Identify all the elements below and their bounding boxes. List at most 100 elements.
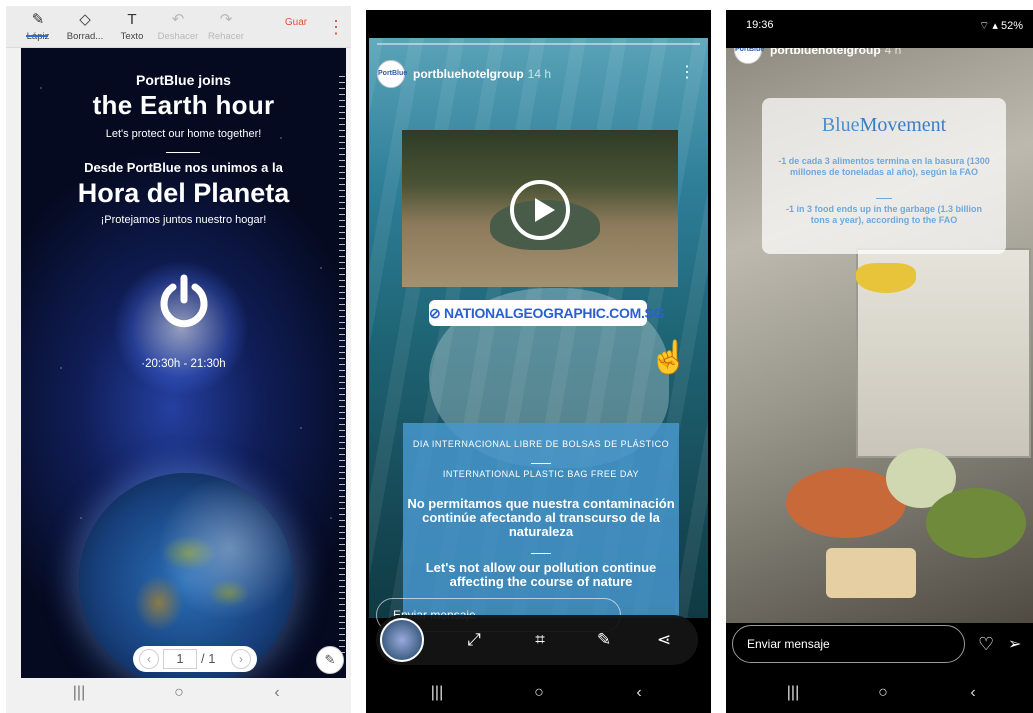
redo-button[interactable]: ↷ Rehacer [202, 9, 250, 47]
android-nav-bar: ||| ○ ‹ [366, 673, 711, 713]
notes-editor-panel: ✎ Lápiz ◇ Borrad... T Texto ↶ Deshacer ↷… [6, 6, 351, 713]
status-icons: ⌔ ▴ 52% [979, 19, 1023, 33]
bread-image [826, 548, 916, 598]
android-nav-bar: ||| ○ ‹ [6, 673, 351, 713]
home-icon[interactable]: ○ [524, 681, 554, 705]
android-nav-bar: ||| ○ ‹ [726, 673, 1033, 713]
expand-icon[interactable]: ⤢ [460, 627, 488, 653]
recent-apps-icon[interactable]: ||| [422, 681, 452, 705]
share-icon[interactable]: ⋖ [650, 627, 678, 653]
status-time: 19:36 [746, 19, 774, 31]
status-bar: 19:36 ⌔ ▴ 52% [726, 10, 1033, 38]
undo-label: Deshacer [157, 31, 199, 42]
undo-button[interactable]: ↶ Deshacer [154, 9, 202, 47]
info-spanish-body: No permitamos que nuestra contaminación … [407, 496, 675, 539]
edit-icon[interactable]: ✎ [316, 646, 344, 674]
story-progress-bar [377, 43, 700, 45]
story-time-ago: 4 h [884, 48, 902, 57]
story-header: PortBlue portbluehotelgroup 14 h ⋮ [377, 60, 707, 88]
home-icon[interactable]: ○ [868, 681, 898, 705]
poster-line-2: the Earth hour [92, 90, 275, 120]
draw-icon[interactable]: ✎ [590, 627, 618, 653]
back-icon[interactable]: ‹ [958, 681, 988, 705]
undo-icon: ↶ [171, 11, 185, 28]
eraser-icon: ◇ [79, 11, 91, 28]
heart-icon[interactable]: ♡ [978, 634, 994, 655]
save-button[interactable]: Guar [272, 9, 320, 47]
story-username[interactable]: portbluehotelgroup 4 h [770, 48, 901, 57]
info-spanish-title: DIA INTERNACIONAL LIBRE DE BOLSAS DE PLÁ… [412, 439, 670, 449]
poster-line-1: PortBlue joins [136, 72, 231, 88]
crop-icon[interactable]: ⌗ [526, 627, 554, 653]
editor-toolbar: ✎ Lápiz ◇ Borrad... T Texto ↶ Deshacer ↷… [6, 6, 351, 48]
scroll-ruler[interactable] [339, 76, 345, 656]
eraser-tool-label: Borrad... [66, 31, 104, 42]
greens-image [926, 488, 1026, 558]
back-icon[interactable]: ‹ [624, 681, 654, 705]
info-divider [531, 553, 551, 554]
info-english-title: INTERNATIONAL PLASTIC BAG FREE DAY [442, 469, 640, 479]
tap-hand-icon: ☝ [649, 339, 689, 375]
title-blue: Blue [821, 114, 860, 136]
earth-hour-poster: PortBlue joins the Earth hour Let's prot… [21, 48, 346, 678]
text-tool-label: Texto [120, 31, 144, 42]
blue-movement-title: BlueMovement [762, 114, 1006, 137]
info-divider [876, 198, 892, 199]
poster-line-3: Let's protect our home together! [105, 128, 262, 140]
send-icon[interactable]: ➢ [1008, 634, 1021, 654]
link-icon: ⊘ [429, 305, 445, 321]
redo-icon: ↷ [219, 11, 233, 28]
story-header: PortBlue portbluehotelgroup 4 h [734, 48, 1033, 64]
avatar[interactable]: PortBlue [734, 48, 764, 64]
next-page-icon[interactable]: › [231, 649, 251, 669]
food-waste-english: -1 in 3 food ends up in the garbage (1.3… [785, 204, 982, 225]
blue-movement-info: BlueMovement -1 de cada 3 alimentos term… [762, 98, 1006, 254]
more-options-icon[interactable]: ⋮ [327, 16, 345, 38]
info-english-body: Let's not allow our pollution continue a… [425, 560, 657, 589]
page-navigator: ‹ 1 / 1 › [133, 646, 257, 672]
current-page-input[interactable]: 1 [163, 649, 197, 669]
poster-line-4: Desde PortBlue nos unimos a la [84, 160, 283, 175]
text-tool-button[interactable]: T Texto [108, 9, 156, 47]
link-sticker[interactable]: ⊘ NATIONALGEOGRAPHIC.COM.SG [429, 300, 664, 326]
poster-line-5: Hora del Planeta [77, 178, 290, 208]
info-divider [531, 463, 551, 464]
story-content[interactable]: PortBlue portbluehotelgroup 14 h ⋮ ⊘ NATI… [369, 38, 708, 618]
video-sticker[interactable] [402, 130, 678, 287]
total-pages: / 1 [201, 651, 216, 666]
avatar[interactable]: PortBlue [377, 60, 407, 88]
title-movement: Movement [859, 114, 947, 136]
food-waste-spanish: -1 de cada 3 alimentos termina en la bas… [778, 156, 990, 177]
screenshot-collage: ✎ Lápiz ◇ Borrad... T Texto ↶ Deshacer ↷… [0, 0, 1033, 713]
text-icon: T [127, 11, 137, 28]
save-label: Guar [284, 17, 308, 28]
banana-image [856, 263, 916, 293]
instagram-story-ocean-panel: PortBlue portbluehotelgroup 14 h ⋮ ⊘ NATI… [366, 10, 711, 713]
share-edit-toolbar: ⤢ ⌗ ✎ ⋖ [376, 615, 698, 665]
power-icon [160, 274, 208, 328]
event-time: ·20:30h - 21:30h [141, 358, 226, 370]
username-text: portbluehotelgroup [413, 67, 524, 81]
link-text: NATIONALGEOGRAPHIC.COM.SG [444, 305, 665, 321]
story-username[interactable]: portbluehotelgroup 14 h [413, 67, 551, 81]
battery-level: 52% [1000, 20, 1023, 32]
message-input[interactable]: Enviar mensaje [732, 625, 965, 663]
username-text: portbluehotelgroup [770, 48, 881, 57]
plastic-bag-day-info: DIA INTERNACIONAL LIBRE DE BOLSAS DE PLÁ… [403, 423, 679, 618]
story-content[interactable]: PortBlue portbluehotelgroup 4 h BlueMovem… [726, 48, 1033, 623]
redo-label: Rehacer [208, 31, 244, 42]
story-time-ago: 14 h [527, 67, 552, 81]
wifi-icon: ⌔ ▴ [978, 20, 1001, 32]
eraser-tool-button[interactable]: ◇ Borrad... [61, 9, 109, 47]
prev-page-icon[interactable]: ‹ [139, 649, 159, 669]
home-icon[interactable]: ○ [164, 681, 194, 705]
more-options-icon[interactable]: ⋮ [679, 62, 695, 82]
recent-apps-icon[interactable]: ||| [778, 681, 808, 705]
back-icon[interactable]: ‹ [262, 681, 292, 705]
recent-apps-icon[interactable]: ||| [64, 681, 94, 705]
story-thumbnail[interactable] [380, 618, 424, 662]
pencil-icon: ✎ [31, 11, 45, 28]
poster-divider [166, 152, 200, 153]
play-icon[interactable] [510, 180, 570, 240]
pen-tool-button[interactable]: ✎ Lápiz [14, 9, 62, 47]
